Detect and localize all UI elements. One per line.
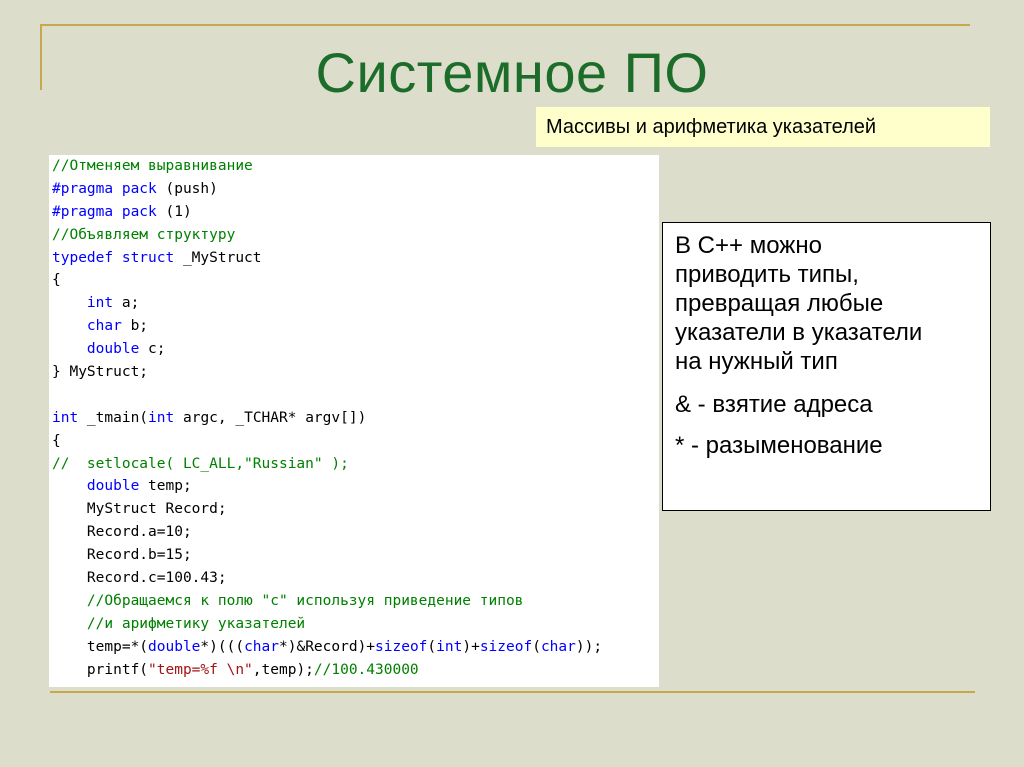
code-token: { xyxy=(52,272,61,289)
code-line: } MyStruct; xyxy=(52,361,659,384)
code-token: int xyxy=(436,638,463,655)
code-token: int xyxy=(52,409,79,426)
code-line: #pragma pack (push) xyxy=(52,178,659,201)
code-line: double c; xyxy=(52,338,659,361)
code-token: sizeof xyxy=(479,638,533,655)
code-line: #pragma pack (1) xyxy=(52,201,659,224)
slide-title: Системное ПО xyxy=(315,41,709,104)
code-token: )); xyxy=(575,638,603,655)
note-line: В С++ можно xyxy=(675,232,822,259)
code-token: "temp=%f \n" xyxy=(148,661,253,678)
code-line: Record.a=10; xyxy=(52,521,659,544)
bottom-rule xyxy=(50,691,975,693)
slide-subtitle: Массивы и арифметика указателей xyxy=(536,107,990,147)
code-line: char b; xyxy=(52,315,659,338)
code-line: // setlocale( LC_ALL,"Russian" ); xyxy=(52,453,659,476)
code-line: printf("temp=%f \n",temp);//100.430000 xyxy=(52,659,659,682)
code-token: b; xyxy=(121,318,149,335)
code-token: temp; xyxy=(139,478,192,495)
code-token: { xyxy=(52,432,61,449)
code-line: { xyxy=(52,430,659,453)
code-line: typedef struct _MyStruct xyxy=(52,247,659,270)
code-line: //Отменяем выравнивание xyxy=(52,155,659,178)
code-token: double xyxy=(148,638,201,655)
code-token: a; xyxy=(113,295,140,312)
note-line: превращая любые xyxy=(675,290,884,317)
code-token: } MyStruct; xyxy=(52,364,149,381)
note-box: В С++ можно приводить типы, превращая лю… xyxy=(662,222,991,511)
code-token: ,temp); xyxy=(252,661,314,678)
note-line: приводить типы, xyxy=(675,261,859,288)
code-token: ( xyxy=(532,638,541,655)
code-token: double xyxy=(86,341,140,358)
code-token: int xyxy=(86,295,114,312)
code-token: int xyxy=(148,409,175,426)
code-token: // setlocale( LC_ALL,"Russian" ); xyxy=(52,455,349,472)
code-token: char xyxy=(86,318,122,335)
code-token: temp=*( xyxy=(52,638,149,655)
code-token: //100.430000 xyxy=(313,661,419,678)
code-token: _MyStruct xyxy=(174,249,262,266)
code-line: Record.b=15; xyxy=(52,544,659,567)
code-line: temp=*(double*)(((char*)&Record)+sizeof(… xyxy=(52,636,659,659)
code-line: int _tmain(int argc, _TCHAR* argv[]) xyxy=(52,407,659,430)
code-token: (push) xyxy=(156,180,218,197)
code-token: //и арифметику указателей xyxy=(52,615,306,632)
code-token: Record.b=15; xyxy=(52,547,192,564)
code-token: )+ xyxy=(462,638,480,655)
code-token: double xyxy=(86,478,140,495)
code-token: MyStruct Record; xyxy=(52,501,227,518)
code-token: _tmain( xyxy=(78,409,149,426)
code-token: argc, _TCHAR* argv[]) xyxy=(174,409,367,426)
code-token: printf( xyxy=(52,661,149,678)
code-token: Record.a=10; xyxy=(52,524,192,541)
code-token: char xyxy=(540,638,576,655)
code-token: //Отменяем выравнивание xyxy=(52,158,253,174)
code-token: sizeof xyxy=(375,638,428,655)
code-token: typedef struct xyxy=(52,249,175,266)
code-token: Record.c=100.43; xyxy=(52,570,227,587)
code-line: int a; xyxy=(52,292,659,315)
code-line: //Обращаемся к полю "c" используя привед… xyxy=(52,590,659,613)
code-token: //Объявляем структуру xyxy=(52,226,236,243)
code-line: //Объявляем структуру xyxy=(52,224,659,247)
code-token: *)((( xyxy=(200,638,245,655)
note-address-operator: & - взятие адреса xyxy=(675,391,873,418)
code-token: (1) xyxy=(156,203,192,220)
code-token: //Обращаемся к полю "c" используя привед… xyxy=(52,592,524,609)
code-line: Record.c=100.43; xyxy=(52,567,659,590)
code-line: MyStruct Record; xyxy=(52,498,659,521)
code-line: double temp; xyxy=(52,475,659,498)
code-line: //и арифметику указателей xyxy=(52,613,659,636)
code-token: *)&Record)+ xyxy=(279,638,376,655)
top-rule xyxy=(40,24,970,26)
code-token: c; xyxy=(139,341,166,358)
note-dereference-operator: * - разыменование xyxy=(675,432,883,459)
note-line: указатели в указатели xyxy=(675,319,923,346)
code-line: { xyxy=(52,269,659,292)
code-token: ( xyxy=(427,638,437,655)
code-token: #pragma pack xyxy=(52,203,157,220)
code-listing: //Отменяем выравнивание #pragma pack (pus… xyxy=(49,155,659,687)
code-token: #pragma pack xyxy=(52,180,157,197)
code-token: char xyxy=(244,638,279,655)
note-line: на нужный тип xyxy=(675,348,838,375)
